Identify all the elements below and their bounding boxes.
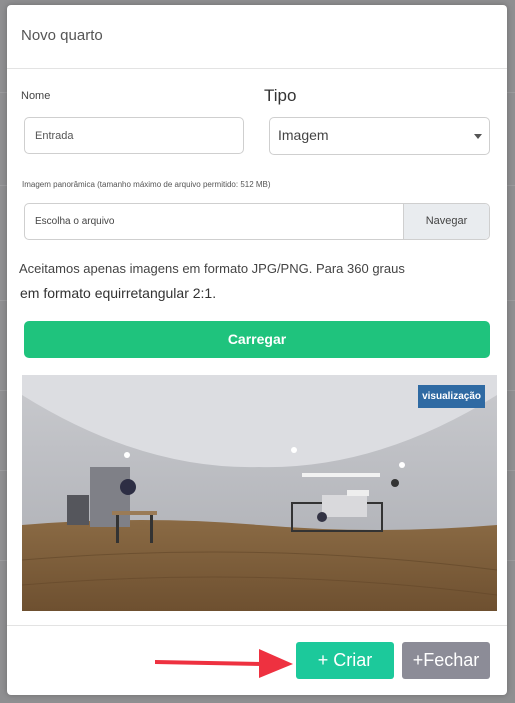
browse-button[interactable]: Navegar (403, 204, 489, 239)
file-picker[interactable]: Escolha o arquivo Navegar (24, 203, 490, 240)
modal-title: Novo quarto (21, 27, 103, 44)
format-info-line1: Aceitamos apenas imagens em formato JPG/… (19, 261, 405, 276)
format-info-line2: em formato equirretangular 2:1. (20, 285, 217, 301)
file-help-text: Imagem panorâmica (tamanho máximo de arq… (22, 180, 271, 189)
preview-badge: visualização (418, 385, 485, 408)
create-button[interactable]: + Criar (296, 642, 394, 679)
browse-button-label: Navegar (425, 215, 468, 227)
modal-header: Novo quarto (7, 5, 507, 69)
chevron-down-icon (474, 134, 482, 139)
type-select[interactable]: Imagem (269, 117, 490, 155)
type-select-value: Imagem (278, 127, 329, 143)
file-placeholder: Escolha o arquivo (35, 216, 115, 227)
pointer-arrow-icon (155, 649, 293, 678)
panorama-preview: visualização (22, 375, 497, 611)
type-label: Tipo (264, 86, 297, 105)
name-input[interactable] (24, 117, 244, 154)
upload-button[interactable]: Carregar (24, 321, 490, 358)
close-button[interactable]: +Fechar (402, 642, 490, 679)
name-label: Nome (21, 90, 51, 102)
new-room-modal: Novo quarto Nome Tipo Imagem Imagem pano… (7, 5, 507, 695)
modal-footer-divider (7, 625, 507, 626)
panorama-image (22, 375, 497, 611)
